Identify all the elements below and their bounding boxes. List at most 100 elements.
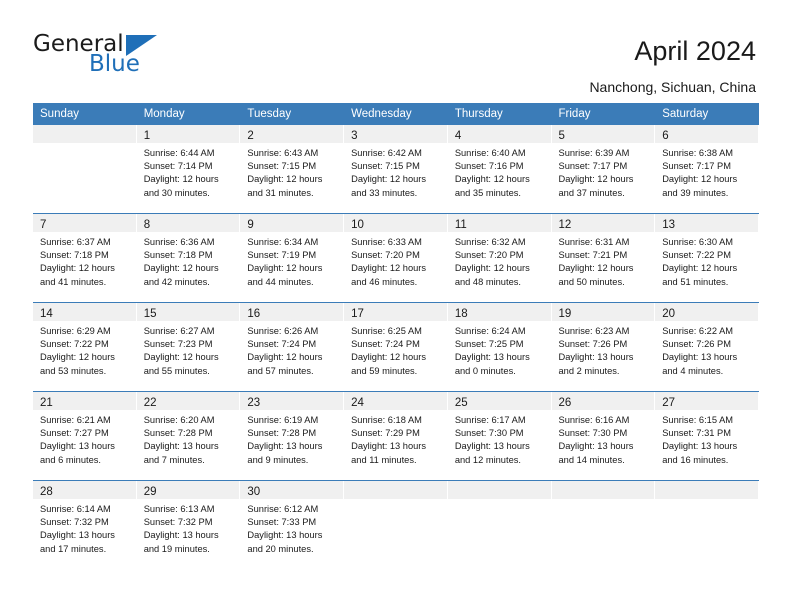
calendar-day-cell[interactable]: 15 Sunrise: 6:27 AM Sunset: 7:23 PM Dayligh… xyxy=(136,303,241,391)
calendar-day-cell[interactable]: 26 Sunrise: 6:16 AM Sunset: 7:30 PM Dayligh… xyxy=(551,392,656,480)
calendar-day-cell[interactable]: 13 Sunrise: 6:30 AM Sunset: 7:22 PM Dayligh… xyxy=(655,214,759,302)
sunrise-text: Sunrise: 6:18 AM xyxy=(351,415,422,425)
sunset-text: Sunset: 7:33 PM xyxy=(247,517,317,528)
calendar-day-cell[interactable]: 4 Sunrise: 6:40 AM Sunset: 7:16 PM Daylight… xyxy=(447,125,552,213)
calendar-day-cell[interactable]: 16 Sunrise: 6:26 AM Sunset: 7:24 PM Dayligh… xyxy=(240,303,345,391)
day-details: Sunrise: 6:24 AM Sunset: 7:25 PM Daylight:… xyxy=(448,321,552,378)
calendar-day-cell[interactable]: 1 Sunrise: 6:44 AM Sunset: 7:14 PM Daylight… xyxy=(136,125,241,213)
day-details: Sunrise: 6:21 AM Sunset: 7:27 PM Daylight:… xyxy=(33,410,137,467)
daylight-text-line1: Daylight: 13 hours xyxy=(454,352,530,363)
day-number: 17 xyxy=(351,308,364,320)
sunrise-text: Sunrise: 6:23 AM xyxy=(558,326,630,336)
calendar-day-cell[interactable]: 27 Sunrise: 6:15 AM Sunset: 7:31 PM Dayligh… xyxy=(655,392,759,480)
daylight-text-line1: Daylight: 13 hours xyxy=(558,441,634,452)
calendar-day-cell[interactable]: 18 Sunrise: 6:24 AM Sunset: 7:25 PM Dayligh… xyxy=(447,303,552,391)
calendar-table: Sunday Monday Tuesday Wednesday Thursday… xyxy=(33,103,759,563)
day-number: 3 xyxy=(351,130,358,142)
calendar-day-cell[interactable]: 10 Sunrise: 6:33 AM Sunset: 7:20 PM Dayligh… xyxy=(344,214,448,302)
daylight-text-line1: Daylight: 12 hours xyxy=(454,263,530,274)
day-details: Sunrise: 6:22 AM Sunset: 7:26 PM Daylight:… xyxy=(655,321,759,378)
sunset-text: Sunset: 7:18 PM xyxy=(40,250,109,261)
calendar-day-cell[interactable]: 28 Sunrise: 6:14 AM Sunset: 7:32 PM Dayligh… xyxy=(33,481,137,563)
daylight-text-line2: and 39 minutes. xyxy=(662,187,729,198)
calendar-day-cell[interactable]: 25 Sunrise: 6:17 AM Sunset: 7:30 PM Dayligh… xyxy=(447,392,552,480)
calendar-day-cell[interactable]: 17 Sunrise: 6:25 AM Sunset: 7:24 PM Dayligh… xyxy=(344,303,448,391)
day-number-band: 12 xyxy=(551,214,656,232)
daylight-text-line1: Daylight: 13 hours xyxy=(454,441,530,452)
day-details: Sunrise: 6:23 AM Sunset: 7:26 PM Daylight:… xyxy=(552,321,656,378)
day-number-band: 4 xyxy=(447,125,552,143)
day-details: Sunrise: 6:16 AM Sunset: 7:30 PM Daylight:… xyxy=(552,410,656,467)
day-number-band: 26 xyxy=(551,392,656,410)
daylight-text-line1: Daylight: 13 hours xyxy=(662,441,738,452)
sunrise-text: Sunrise: 6:38 AM xyxy=(662,148,734,158)
day-details: Sunrise: 6:31 AM Sunset: 7:21 PM Daylight:… xyxy=(552,232,656,289)
sunset-text: Sunset: 7:14 PM xyxy=(143,161,213,172)
calendar-day-cell[interactable]: 14 Sunrise: 6:29 AM Sunset: 7:22 PM Dayligh… xyxy=(33,303,137,391)
daylight-text-line2: and 17 minutes. xyxy=(40,543,107,554)
day-details: Sunrise: 6:33 AM Sunset: 7:20 PM Daylight:… xyxy=(344,232,448,289)
daylight-text-line1: Daylight: 12 hours xyxy=(143,263,219,274)
daylight-text-line1: Daylight: 12 hours xyxy=(662,263,738,274)
day-number: 16 xyxy=(247,308,261,320)
calendar-day-cell[interactable]: 3 Sunrise: 6:42 AM Sunset: 7:15 PM Daylight… xyxy=(344,125,448,213)
day-number: 20 xyxy=(662,308,676,320)
daylight-text-line2: and 14 minutes. xyxy=(558,454,625,465)
daylight-text-line2: and 44 minutes. xyxy=(247,276,314,287)
calendar-day-cell[interactable]: 11 Sunrise: 6:32 AM Sunset: 7:20 PM Dayligh… xyxy=(447,214,552,302)
calendar-day-cell[interactable]: 24 Sunrise: 6:18 AM Sunset: 7:29 PM Dayligh… xyxy=(344,392,448,480)
day-number-band: 23 xyxy=(240,392,345,410)
calendar-day-cell[interactable]: 20 Sunrise: 6:22 AM Sunset: 7:26 PM Dayligh… xyxy=(655,303,759,391)
daylight-text-line2: and 48 minutes. xyxy=(454,276,521,287)
calendar-day-cell[interactable]: 2 Sunrise: 6:43 AM Sunset: 7:15 PM Daylight… xyxy=(240,125,345,213)
calendar-day-cell[interactable]: 6 Sunrise: 6:38 AM Sunset: 7:17 PM Daylight… xyxy=(655,125,759,213)
page-location: Nanchong, Sichuan, China xyxy=(589,79,756,95)
day-details: Sunrise: 6:40 AM Sunset: 7:16 PM Daylight:… xyxy=(448,143,552,200)
sunset-text: Sunset: 7:20 PM xyxy=(351,250,420,261)
day-number: 15 xyxy=(143,308,157,320)
sunrise-text: Sunrise: 6:20 AM xyxy=(143,415,215,425)
day-number-band: 29 xyxy=(136,481,241,499)
sunset-text: Sunset: 7:26 PM xyxy=(558,339,628,350)
day-number: 7 xyxy=(40,219,47,231)
day-number-band xyxy=(344,481,448,499)
calendar-day-cell[interactable]: 22 Sunrise: 6:20 AM Sunset: 7:28 PM Dayligh… xyxy=(136,392,241,480)
daylight-text-line2: and 41 minutes. xyxy=(40,276,107,287)
daylight-text-line1: Daylight: 13 hours xyxy=(40,441,115,452)
day-details: Sunrise: 6:14 AM Sunset: 7:32 PM Daylight:… xyxy=(33,499,137,556)
calendar-day-cell[interactable]: 30 Sunrise: 6:12 AM Sunset: 7:33 PM Dayligh… xyxy=(240,481,345,563)
day-number: 12 xyxy=(558,219,572,231)
calendar-day-cell[interactable]: 7 Sunrise: 6:37 AM Sunset: 7:18 PM Daylight… xyxy=(33,214,137,302)
sunset-text: Sunset: 7:18 PM xyxy=(143,250,213,261)
page-title: April 2024 xyxy=(634,36,756,66)
calendar-day-cell[interactable]: 23 Sunrise: 6:19 AM Sunset: 7:28 PM Dayligh… xyxy=(240,392,345,480)
daylight-text-line1: Daylight: 12 hours xyxy=(558,174,634,185)
day-details: Sunrise: 6:39 AM Sunset: 7:17 PM Daylight:… xyxy=(552,143,656,200)
weekday-header-wednesday: Wednesday xyxy=(344,103,448,125)
daylight-text-line1: Daylight: 12 hours xyxy=(247,263,323,274)
calendar-day-cell[interactable]: 21 Sunrise: 6:21 AM Sunset: 7:27 PM Dayligh… xyxy=(33,392,137,480)
day-number-band: 24 xyxy=(344,392,448,410)
calendar-day-cell[interactable]: 9 Sunrise: 6:34 AM Sunset: 7:19 PM Daylight… xyxy=(240,214,345,302)
brand-logo[interactable]: General Blue xyxy=(33,33,213,81)
day-details: Sunrise: 6:15 AM Sunset: 7:31 PM Daylight:… xyxy=(655,410,759,467)
daylight-text-line2: and 4 minutes. xyxy=(662,365,724,376)
sunset-text: Sunset: 7:30 PM xyxy=(558,428,628,439)
sunset-text: Sunset: 7:31 PM xyxy=(662,428,731,439)
daylight-text-line2: and 59 minutes. xyxy=(351,365,418,376)
calendar-day-cell[interactable]: 19 Sunrise: 6:23 AM Sunset: 7:26 PM Dayligh… xyxy=(551,303,656,391)
day-number-band: 13 xyxy=(655,214,759,232)
sunrise-text: Sunrise: 6:22 AM xyxy=(662,326,734,336)
calendar-day-cell[interactable]: 5 Sunrise: 6:39 AM Sunset: 7:17 PM Daylight… xyxy=(551,125,656,213)
day-number: 29 xyxy=(143,486,157,498)
calendar-day-cell[interactable]: 8 Sunrise: 6:36 AM Sunset: 7:18 PM Daylight… xyxy=(136,214,241,302)
calendar-week-row: 21 Sunrise: 6:21 AM Sunset: 7:27 PM Dayligh… xyxy=(33,391,759,481)
sunset-text: Sunset: 7:30 PM xyxy=(454,428,524,439)
calendar-day-cell[interactable]: 12 Sunrise: 6:31 AM Sunset: 7:21 PM Dayligh… xyxy=(551,214,656,302)
day-number-band: 22 xyxy=(136,392,241,410)
sunset-text: Sunset: 7:22 PM xyxy=(662,250,731,261)
sunset-text: Sunset: 7:20 PM xyxy=(454,250,524,261)
calendar-day-cell[interactable]: 29 Sunrise: 6:13 AM Sunset: 7:32 PM Dayligh… xyxy=(136,481,241,563)
daylight-text-line1: Daylight: 13 hours xyxy=(143,530,219,541)
daylight-text-line1: Daylight: 12 hours xyxy=(351,174,427,185)
